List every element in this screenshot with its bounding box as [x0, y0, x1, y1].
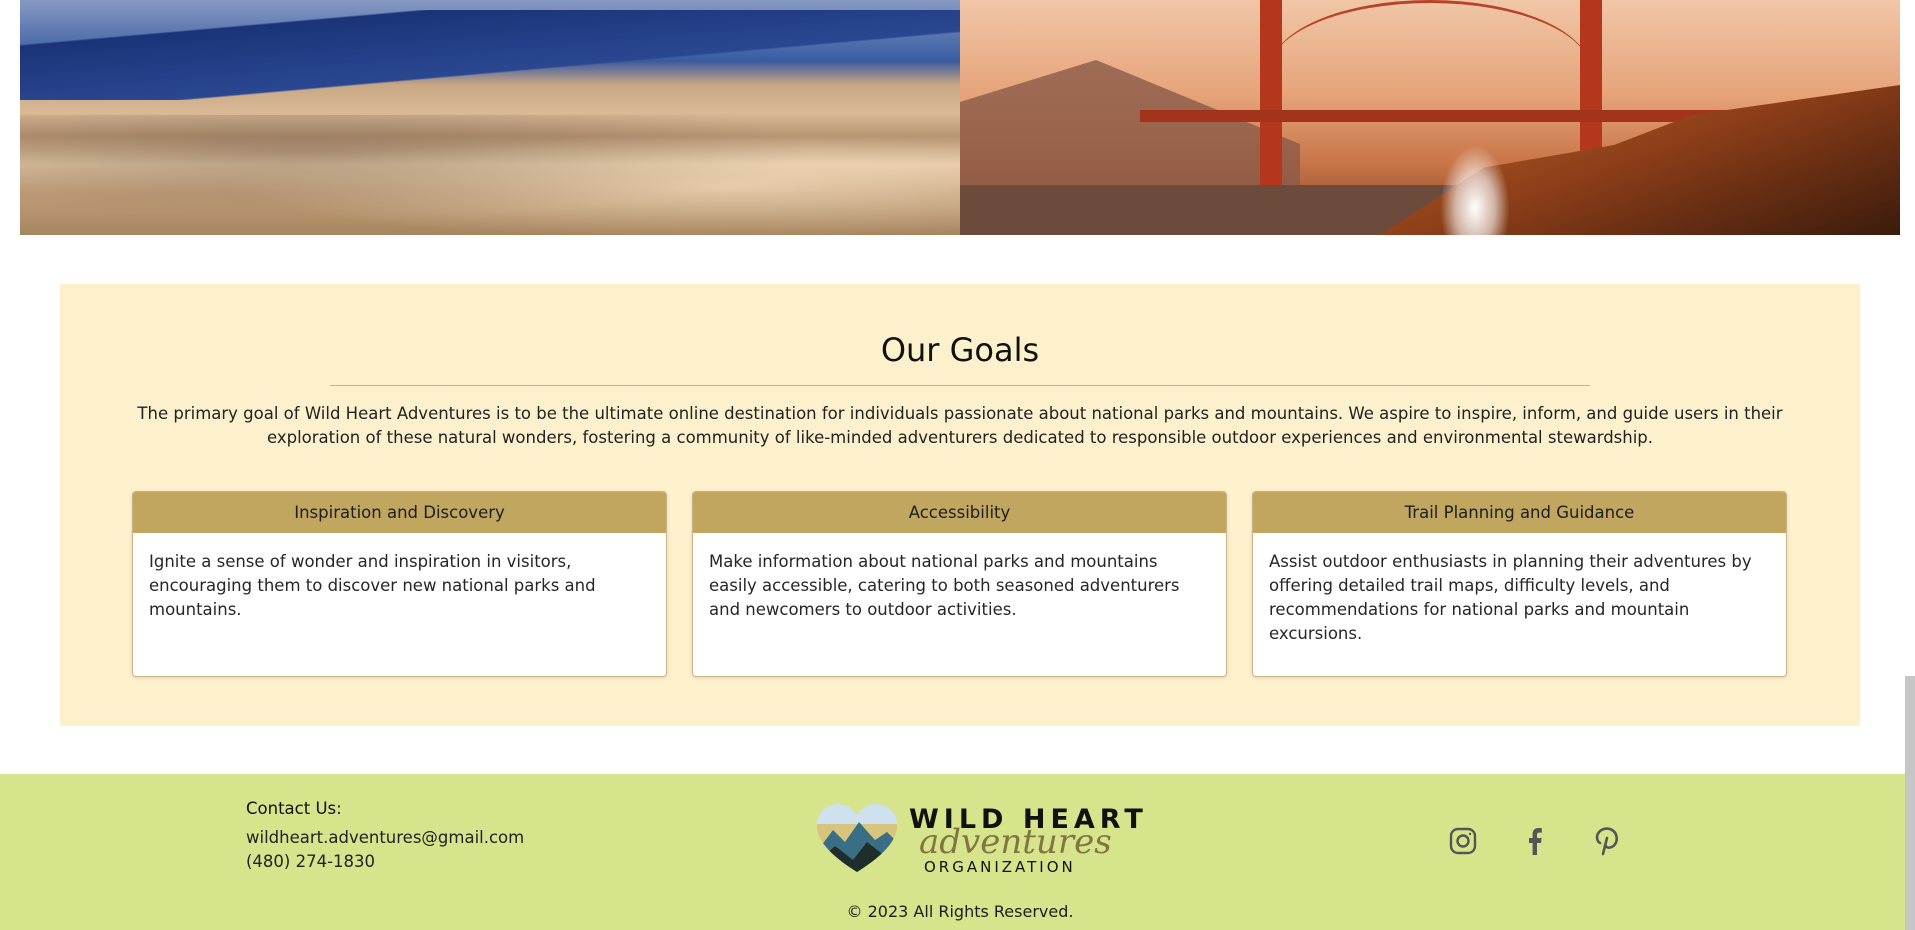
- contact-block: Contact Us: wildheart.adventures@gmail.c…: [246, 799, 524, 874]
- page-scrollbar[interactable]: [1905, 676, 1915, 930]
- goal-cards: Inspiration and Discovery Ignite a sense…: [132, 491, 1788, 677]
- heart-mountain-icon: [816, 804, 898, 872]
- hero-image-strip: [20, 0, 1900, 235]
- bridge-tower: [1260, 0, 1282, 185]
- logo-text-organization: ORGANIZATION: [924, 858, 1076, 876]
- goal-card-title: Trail Planning and Guidance: [1253, 492, 1786, 533]
- copyright-text: © 2023 All Rights Reserved.: [846, 902, 1074, 921]
- goals-section: Our Goals The primary goal of Wild Heart…: [60, 284, 1860, 726]
- goal-card-accessibility: Accessibility Make information about nat…: [692, 491, 1227, 677]
- site-footer: Contact Us: wildheart.adventures@gmail.c…: [0, 774, 1905, 930]
- pinterest-icon[interactable]: [1592, 826, 1622, 856]
- contact-phone[interactable]: (480) 274-1830: [246, 850, 524, 874]
- goal-card-body: Make information about national parks an…: [709, 552, 1180, 619]
- wave-splash: [1440, 145, 1510, 235]
- bay-water: [960, 185, 1460, 235]
- dune-shading: [20, 115, 960, 235]
- goals-intro: The primary goal of Wild Heart Adventure…: [137, 404, 1783, 447]
- goal-card-body: Ignite a sense of wonder and inspiration…: [149, 552, 596, 619]
- bridge-tower: [1580, 0, 1602, 170]
- goal-card-body: Assist outdoor enthusiasts in planning t…: [1269, 552, 1752, 643]
- goal-card-inspiration: Inspiration and Discovery Ignite a sense…: [132, 491, 667, 677]
- contact-label: Contact Us:: [246, 799, 342, 818]
- contact-email[interactable]: wildheart.adventures@gmail.com: [246, 826, 524, 850]
- wild-heart-logo[interactable]: WILD HEART adventures ORGANIZATION: [815, 804, 1143, 876]
- goal-card-title: Inspiration and Discovery: [133, 492, 666, 533]
- facebook-icon[interactable]: [1520, 826, 1550, 856]
- goal-card-trail-planning: Trail Planning and Guidance Assist outdo…: [1252, 491, 1787, 677]
- headland-hill: [960, 60, 1300, 200]
- instagram-icon[interactable]: [1448, 826, 1478, 856]
- social-links: [1448, 826, 1622, 856]
- goals-title: Our Goals: [880, 331, 1040, 369]
- golden-gate-bridge-image: [960, 0, 1900, 235]
- goal-card-title: Accessibility: [693, 492, 1226, 533]
- blue-mountains: [20, 10, 960, 100]
- goals-divider: [330, 385, 1590, 386]
- sand-dunes-image: [20, 0, 960, 235]
- logo-text-adventures: adventures: [919, 822, 1112, 862]
